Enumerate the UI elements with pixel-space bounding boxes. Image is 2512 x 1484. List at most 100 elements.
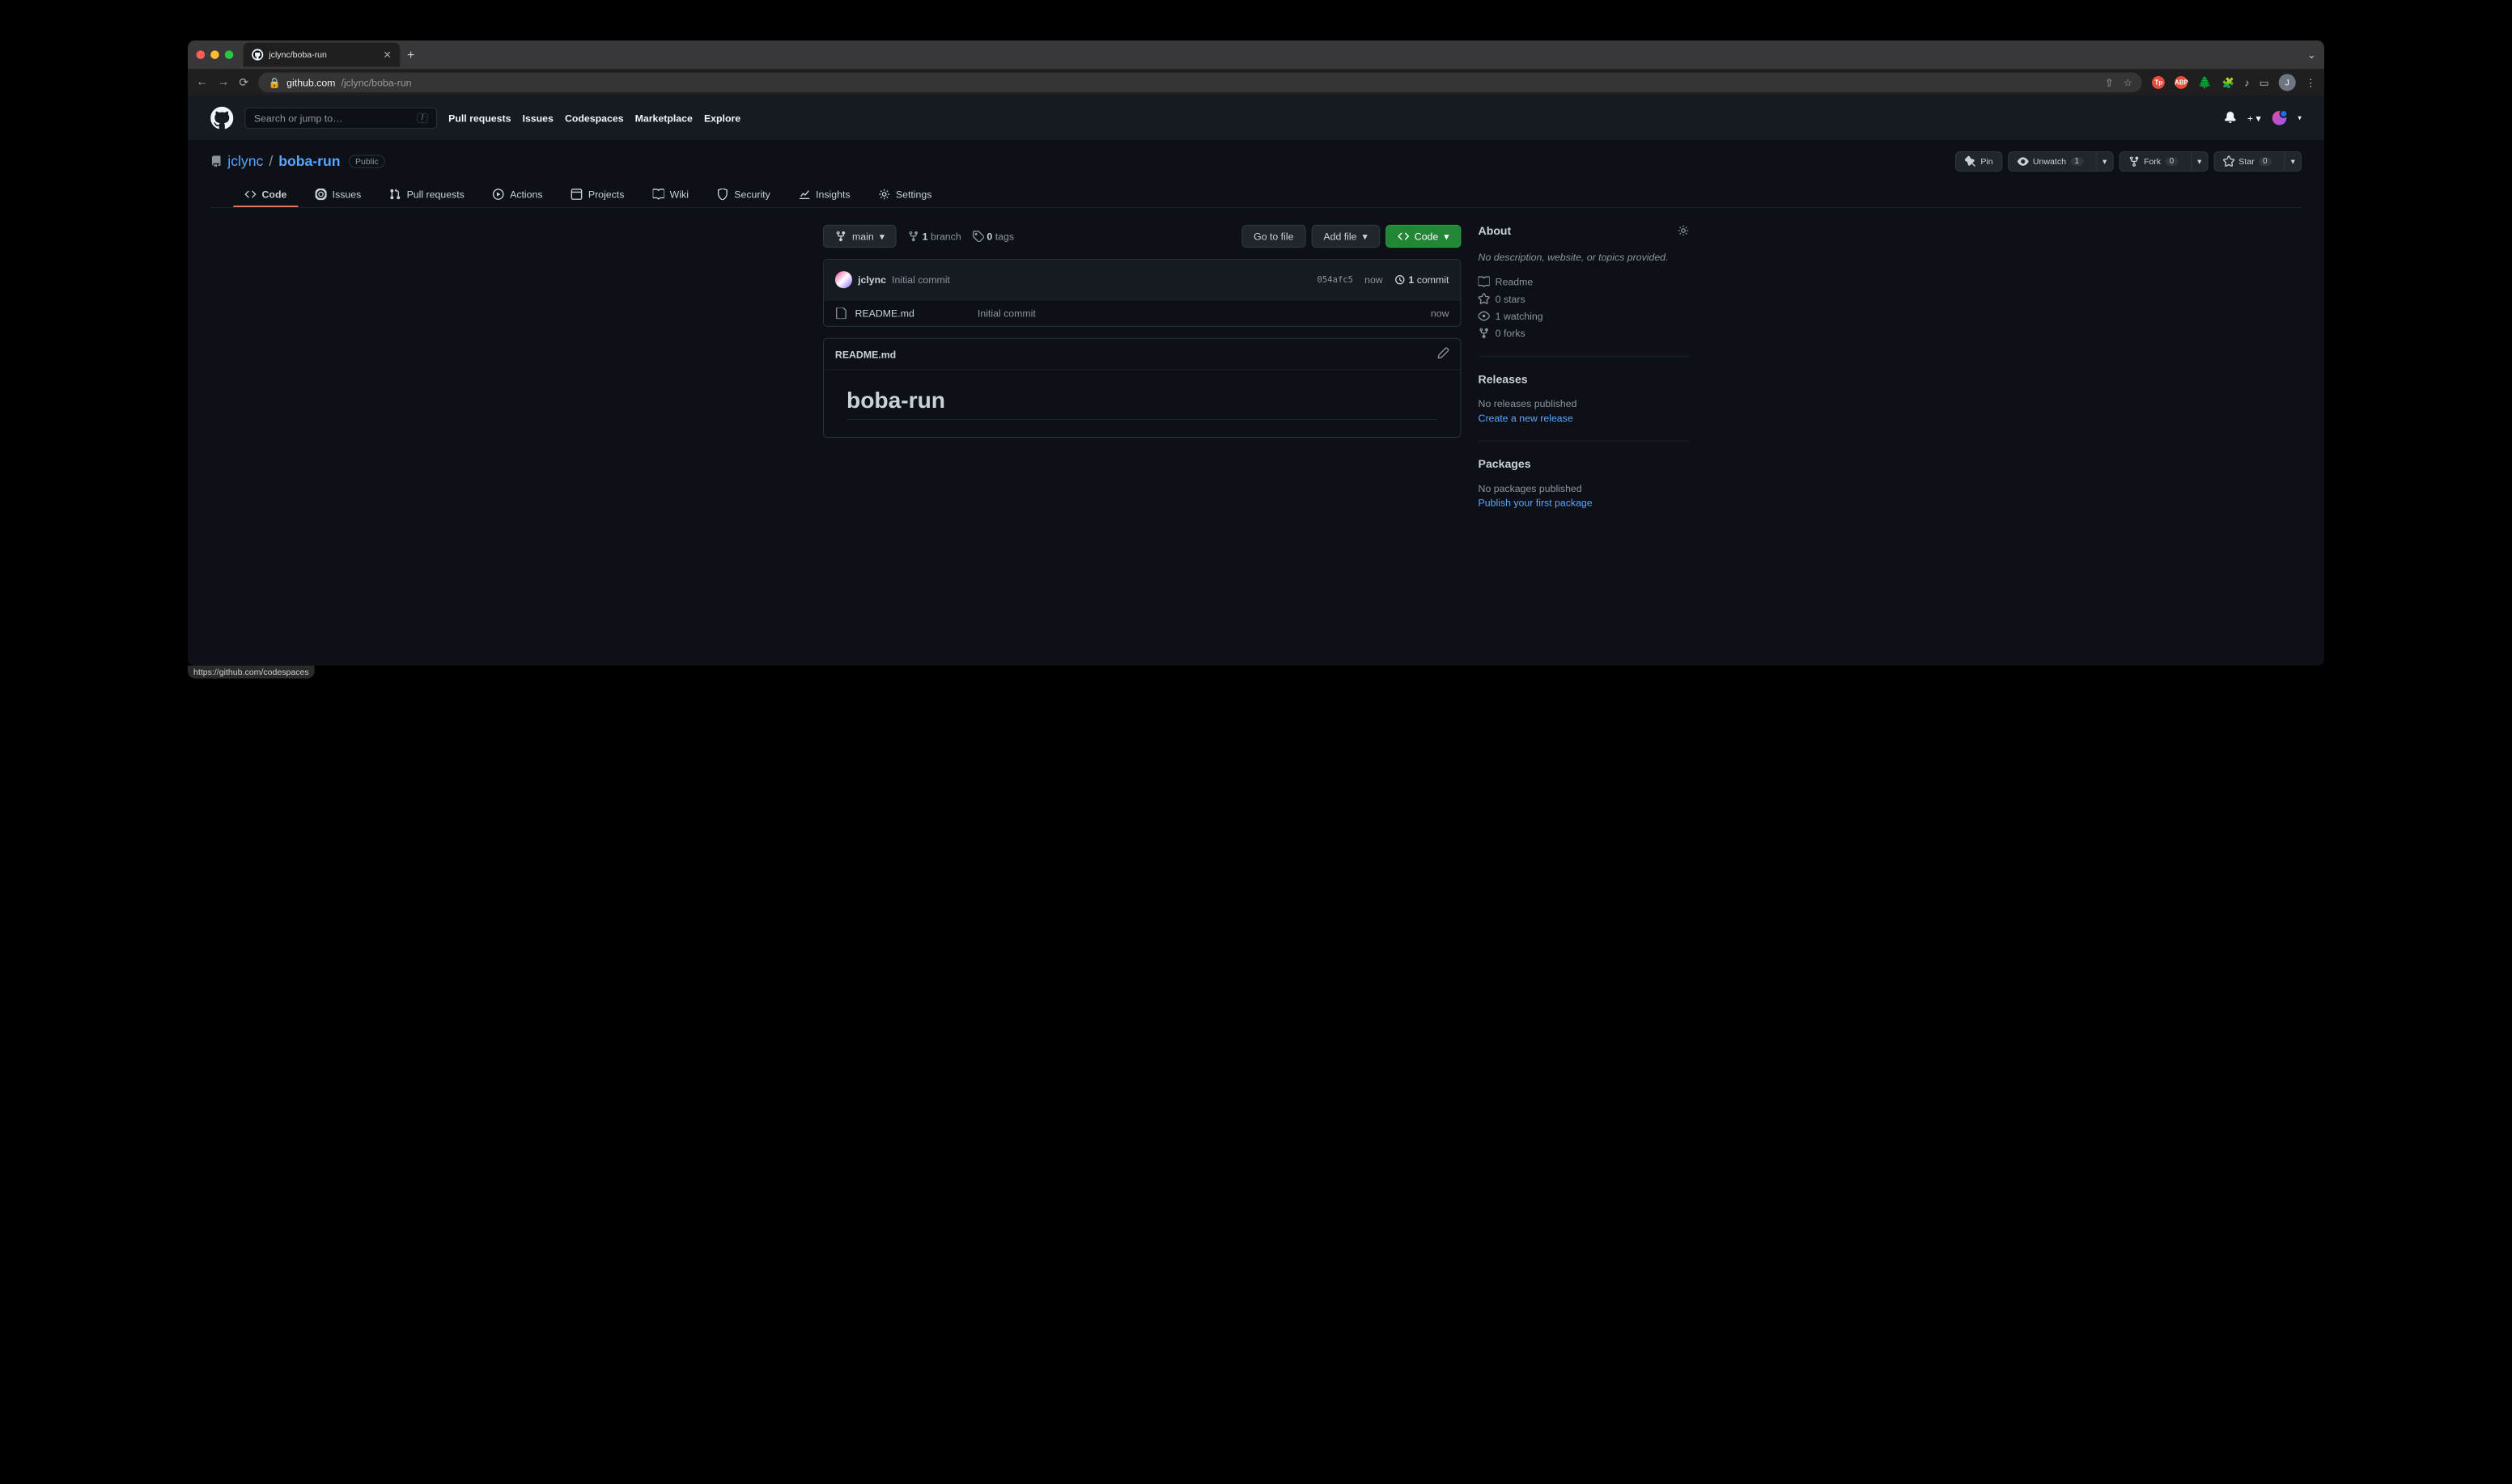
star-icon — [2223, 156, 2234, 167]
gear-icon — [879, 189, 890, 200]
branch-icon — [835, 231, 847, 242]
url-path: /jclync/boba-run — [341, 77, 411, 88]
forks-link[interactable]: 0 forks — [1479, 328, 1689, 339]
tab-wiki[interactable]: Wiki — [641, 183, 700, 207]
avatar-caret-icon[interactable]: ▾ — [2298, 114, 2301, 122]
unwatch-caret[interactable]: ▾ — [2096, 152, 2112, 171]
tab-settings[interactable]: Settings — [868, 183, 944, 207]
releases-empty: No releases published — [1479, 398, 1689, 409]
forward-button[interactable]: → — [218, 76, 229, 89]
commit-sha[interactable]: 054afc5 — [1318, 275, 1354, 285]
star-icon — [1479, 293, 1490, 304]
url-domain: github.com — [286, 77, 335, 88]
fork-icon — [2128, 156, 2140, 167]
browser-tab[interactable]: jclync/boba-run ✕ — [244, 43, 401, 67]
window-maximize[interactable] — [225, 50, 234, 59]
browser-menu-icon[interactable]: ⋮ — [2306, 76, 2315, 88]
playlist-icon[interactable]: ♪ — [2244, 77, 2249, 88]
window-close[interactable] — [197, 50, 206, 59]
commit-author-avatar[interactable] — [835, 271, 852, 288]
extensions-icon[interactable]: 🧩 — [2222, 76, 2234, 88]
project-icon — [571, 189, 583, 200]
tab-code[interactable]: Code — [233, 183, 298, 207]
pin-icon — [1965, 156, 1976, 167]
status-bar-url: https://github.com/codespaces — [188, 666, 315, 679]
star-caret[interactable]: ▾ — [2285, 152, 2301, 171]
tab-dropdown-icon[interactable]: ⌄ — [2307, 49, 2315, 61]
edit-readme-button[interactable] — [1437, 347, 1449, 361]
pr-icon — [389, 189, 401, 200]
book-icon — [653, 189, 664, 200]
about-settings-button[interactable] — [1678, 225, 1689, 239]
fork-caret[interactable]: ▾ — [2191, 152, 2207, 171]
about-title: About — [1479, 225, 1512, 238]
extension-abp-icon[interactable]: ABP — [2175, 76, 2188, 89]
file-row: README.md Initial commit now — [824, 299, 1461, 326]
close-tab-icon[interactable]: ✕ — [383, 49, 391, 61]
readme-filename[interactable]: README.md — [835, 349, 896, 360]
shield-icon — [717, 189, 728, 200]
panel-icon[interactable]: ▭ — [2260, 76, 2269, 88]
nav-pull-requests[interactable]: Pull requests — [448, 112, 511, 124]
branches-link[interactable]: 1 branch — [908, 231, 961, 242]
extension-tp-icon[interactable]: Tp — [2152, 76, 2165, 89]
commit-author[interactable]: jclync — [858, 274, 886, 286]
tab-projects[interactable]: Projects — [560, 183, 636, 207]
branch-selector[interactable]: main ▾ — [823, 225, 897, 248]
create-new-icon[interactable]: + ▾ — [2247, 112, 2261, 124]
repo-name-link[interactable]: boba-run — [278, 153, 340, 169]
about-description: No description, website, or topics provi… — [1479, 250, 1689, 265]
eye-icon — [1479, 311, 1490, 322]
profile-avatar[interactable]: J — [2279, 74, 2296, 91]
extension-tree-icon[interactable]: 🌲 — [2198, 75, 2213, 90]
pencil-icon — [1437, 347, 1449, 358]
commit-message[interactable]: Initial commit — [892, 274, 950, 286]
address-bar[interactable]: 🔒 github.com/jclync/boba-run ⇧ ☆ — [258, 73, 2142, 93]
book-icon — [1479, 276, 1490, 287]
repo-owner-link[interactable]: jclync — [227, 153, 263, 169]
nav-codespaces[interactable]: Codespaces — [565, 112, 624, 124]
tab-actions[interactable]: Actions — [482, 183, 554, 207]
commits-link[interactable]: 1 commit — [1394, 274, 1449, 286]
code-button[interactable]: Code ▾ — [1385, 225, 1462, 248]
go-to-file-button[interactable]: Go to file — [1241, 225, 1305, 248]
code-icon — [244, 189, 256, 200]
nav-marketplace[interactable]: Marketplace — [635, 112, 693, 124]
search-input[interactable]: Search or jump to… / — [244, 108, 437, 129]
commit-time: now — [1364, 274, 1383, 286]
reload-button[interactable]: ⟳ — [239, 75, 248, 90]
gear-icon — [1678, 225, 1689, 236]
nav-issues[interactable]: Issues — [523, 112, 554, 124]
tab-issues[interactable]: Issues — [303, 183, 372, 207]
readme-link[interactable]: Readme — [1479, 276, 1689, 287]
tab-insights[interactable]: Insights — [787, 183, 862, 207]
tab-pull-requests[interactable]: Pull requests — [378, 183, 476, 207]
stars-link[interactable]: 0 stars — [1479, 293, 1689, 304]
pin-button[interactable]: Pin — [1956, 151, 2003, 172]
tags-link[interactable]: 0 tags — [973, 231, 1014, 242]
search-slash-hint: / — [417, 113, 427, 123]
file-name-link[interactable]: README.md — [855, 307, 914, 319]
file-commit-link[interactable]: Initial commit — [978, 307, 1036, 319]
back-button[interactable]: ← — [197, 76, 208, 89]
play-icon — [493, 189, 504, 200]
user-avatar[interactable] — [2272, 111, 2287, 125]
publish-package-link[interactable]: Publish your first package — [1479, 497, 1689, 508]
share-icon[interactable]: ⇧ — [2105, 76, 2113, 88]
github-logo[interactable] — [210, 107, 233, 129]
new-tab-button[interactable]: + — [407, 47, 414, 61]
readme-heading: boba-run — [847, 388, 1437, 420]
file-time: now — [1431, 307, 1449, 319]
fork-icon — [1479, 328, 1490, 339]
nav-explore[interactable]: Explore — [704, 112, 740, 124]
add-file-button[interactable]: Add file ▾ — [1311, 225, 1379, 248]
watching-link[interactable]: 1 watching — [1479, 311, 1689, 322]
unwatch-button[interactable]: Unwatch 1 ▾ — [2008, 151, 2113, 172]
notifications-icon[interactable] — [2225, 112, 2236, 125]
bookmark-icon[interactable]: ☆ — [2124, 76, 2132, 88]
star-button[interactable]: Star 0 ▾ — [2213, 151, 2301, 172]
tab-security[interactable]: Security — [706, 183, 782, 207]
fork-button[interactable]: Fork 0 ▾ — [2119, 151, 2208, 172]
window-minimize[interactable] — [210, 50, 219, 59]
create-release-link[interactable]: Create a new release — [1479, 412, 1689, 423]
